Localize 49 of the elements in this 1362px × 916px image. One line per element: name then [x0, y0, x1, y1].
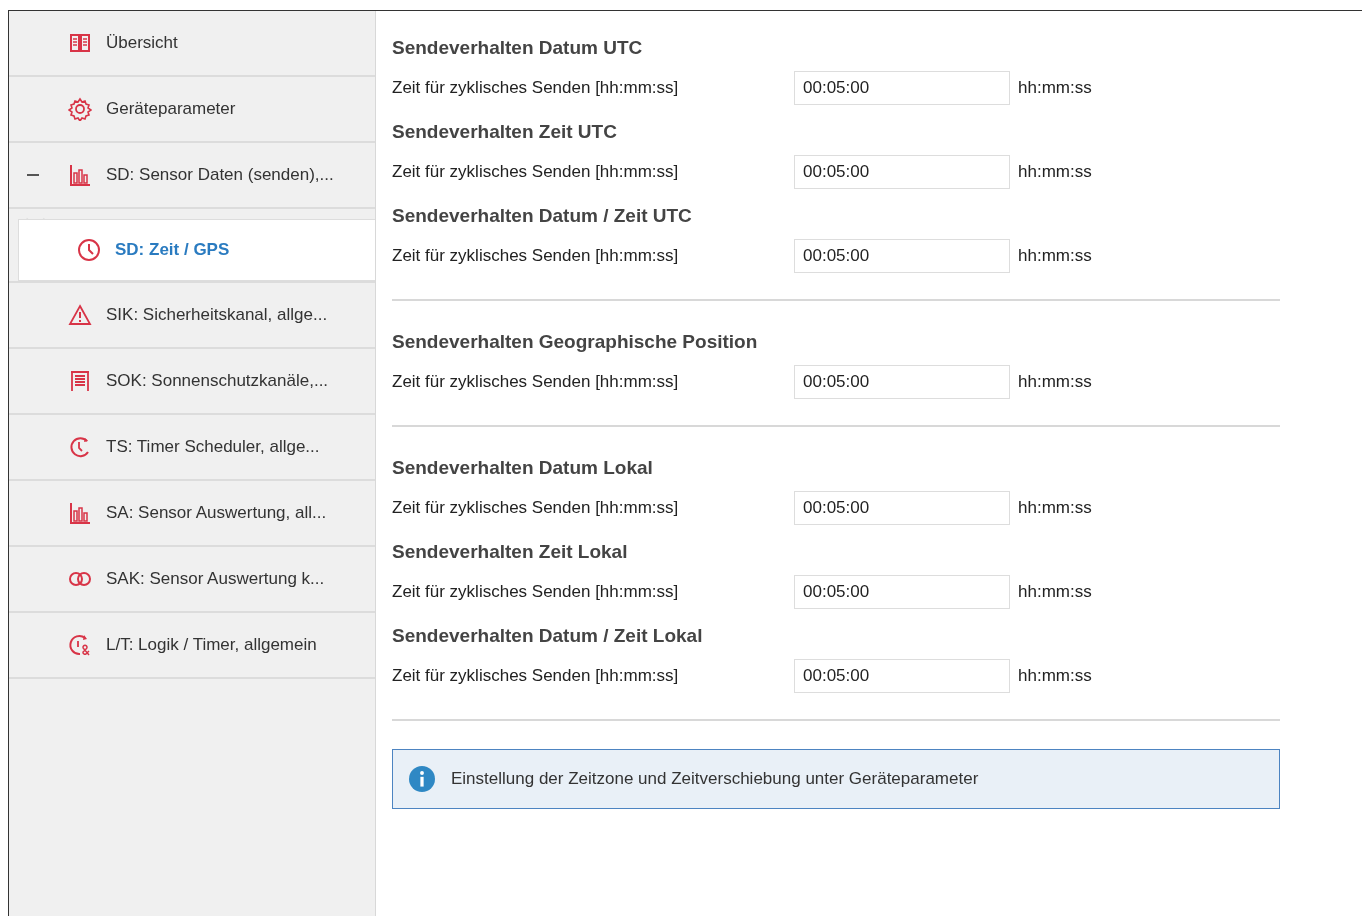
unit-label: hh:mm:ss	[1018, 246, 1092, 266]
timer-icon	[68, 435, 92, 459]
unit-label: hh:mm:ss	[1018, 78, 1092, 98]
info-icon	[409, 766, 435, 792]
unit-label: hh:mm:ss	[1018, 582, 1092, 602]
info-text: Einstellung der Zeitzone und Zeitverschiebung unter Geräteparameter	[451, 769, 979, 789]
sidebar-item[interactable]: SIK: Sicherheitskanal, allge...	[9, 283, 375, 349]
warning-icon	[68, 303, 92, 327]
section-heading: Sendeverhalten Datum / Zeit Lokal	[392, 625, 704, 647]
settings-icon	[68, 97, 92, 121]
sidebar-subitem[interactable]: SD: Zeit / GPS	[18, 219, 375, 281]
time-field[interactable]: 00:05:00	[794, 575, 1010, 609]
sidebar-item[interactable]: SAK: Sensor Auswertung k...	[9, 547, 375, 613]
sidebar-item[interactable]: SD: Sensor Daten (senden),...	[9, 143, 375, 209]
field-label: Zeit für zyklisches Senden [hh:mm:ss]	[392, 78, 680, 98]
time-field[interactable]: 00:05:00	[794, 659, 1010, 693]
section-heading: Sendeverhalten Datum UTC	[392, 37, 644, 59]
field-label: Zeit für zyklisches Senden [hh:mm:ss]	[392, 582, 680, 602]
time-field[interactable]: 00:05:00	[794, 365, 1010, 399]
sidebar-item[interactable]: SA: Sensor Auswertung, all...	[9, 481, 375, 547]
unit-label: hh:mm:ss	[1018, 666, 1092, 686]
section-heading: Sendeverhalten Datum Lokal	[392, 457, 654, 479]
field-label: Zeit für zyklisches Senden [hh:mm:ss]	[392, 498, 680, 518]
time-field[interactable]: 00:05:00	[794, 491, 1010, 525]
sidebar-item[interactable]: SOK: Sonnenschutzkanäle,...	[9, 349, 375, 415]
timer-logic-icon	[68, 633, 92, 657]
time-field[interactable]: 00:05:00	[794, 239, 1010, 273]
sidebar-item[interactable]: L/T: Logik / Timer, allgemein	[9, 613, 375, 679]
sidebar-item[interactable]: TS: Timer Scheduler, allge...	[9, 415, 375, 481]
section-heading: Sendeverhalten Datum / Zeit UTC	[392, 205, 693, 227]
time-field[interactable]: 00:05:00	[794, 155, 1010, 189]
sidebar-item[interactable]: Übersicht	[9, 11, 375, 77]
bar-chart-icon	[68, 163, 92, 187]
time-field[interactable]: 00:05:00	[794, 71, 1010, 105]
blinds-icon	[68, 369, 92, 393]
field-label: Zeit für zyklisches Senden [hh:mm:ss]	[392, 162, 680, 182]
unit-label: hh:mm:ss	[1018, 498, 1092, 518]
section-heading: Sendeverhalten Zeit UTC	[392, 121, 618, 143]
bar-chart-icon	[68, 501, 92, 525]
unit-label: hh:mm:ss	[1018, 162, 1092, 182]
unit-label: hh:mm:ss	[1018, 372, 1092, 392]
book-icon	[68, 31, 92, 55]
field-label: Zeit für zyklisches Senden [hh:mm:ss]	[392, 246, 680, 266]
section-heading: Sendeverhalten Zeit Lokal	[392, 541, 629, 563]
field-label: Zeit für zyklisches Senden [hh:mm:ss]	[392, 666, 680, 686]
field-label: Zeit für zyklisches Senden [hh:mm:ss]	[392, 372, 680, 392]
clock-icon	[77, 238, 101, 262]
section-heading: Sendeverhalten Geographische Position	[392, 331, 759, 353]
sidebar-item[interactable]: Geräteparameter	[9, 77, 375, 143]
